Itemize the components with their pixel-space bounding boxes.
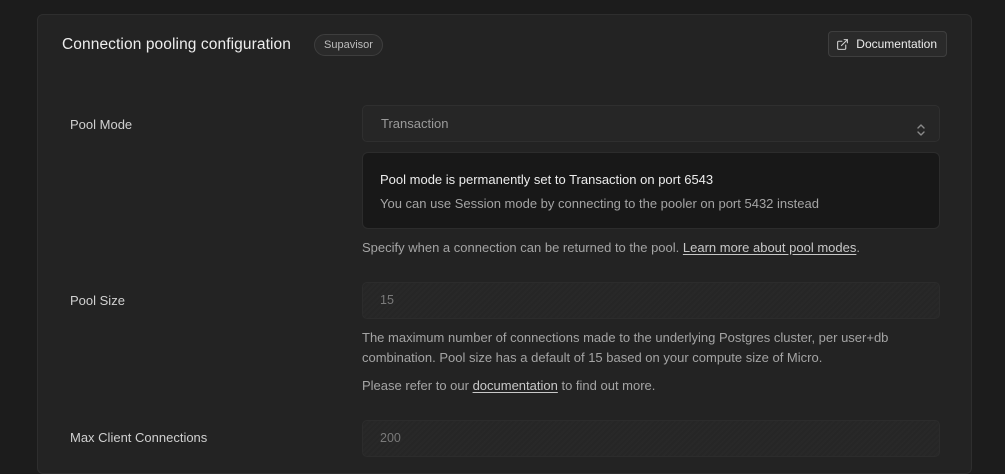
max-client-connections-input[interactable]: 200: [362, 420, 940, 457]
documentation-button-label: Documentation: [856, 37, 937, 51]
refer-suffix: to find out more.: [557, 378, 656, 393]
max-client-connections-label: Max Client Connections: [70, 430, 208, 445]
pool-size-label: Pool Size: [70, 293, 125, 308]
pool-mode-value: Transaction: [381, 116, 449, 131]
pool-modes-link[interactable]: Learn more about pool modes: [683, 240, 856, 255]
pool-mode-select[interactable]: Transaction: [362, 105, 940, 142]
pool-mode-alert: Pool mode is permanently set to Transact…: [362, 152, 940, 229]
chevron-up-down-icon: [915, 116, 927, 151]
pool-mode-label: Pool Mode: [70, 117, 133, 132]
pool-mode-help: Specify when a connection can be returne…: [362, 238, 942, 258]
pool-size-value: 15: [380, 293, 394, 307]
card-title: Connection pooling configuration: [62, 36, 291, 53]
connection-pooling-card: Connection pooling configuration Supavis…: [37, 14, 972, 474]
pool-mode-help-text: Specify when a connection can be returne…: [362, 240, 683, 255]
refer-prefix: Please refer to our: [362, 378, 473, 393]
documentation-link[interactable]: documentation: [473, 378, 558, 393]
pool-size-help: The maximum number of connections made t…: [362, 330, 889, 365]
alert-title: Pool mode is permanently set to Transact…: [380, 172, 714, 187]
supavisor-badge: Supavisor: [314, 34, 383, 56]
alert-description: You can use Session mode by connecting t…: [380, 196, 819, 211]
pool-mode-help-suffix: .: [856, 240, 860, 255]
pool-size-refer: Please refer to our documentation to fin…: [362, 376, 942, 396]
pool-size-input[interactable]: 15: [362, 282, 940, 319]
max-client-connections-value: 200: [380, 431, 401, 445]
external-link-icon: [836, 38, 849, 51]
documentation-button[interactable]: Documentation: [828, 31, 947, 57]
card-header: Connection pooling configuration Supavis…: [38, 15, 971, 75]
